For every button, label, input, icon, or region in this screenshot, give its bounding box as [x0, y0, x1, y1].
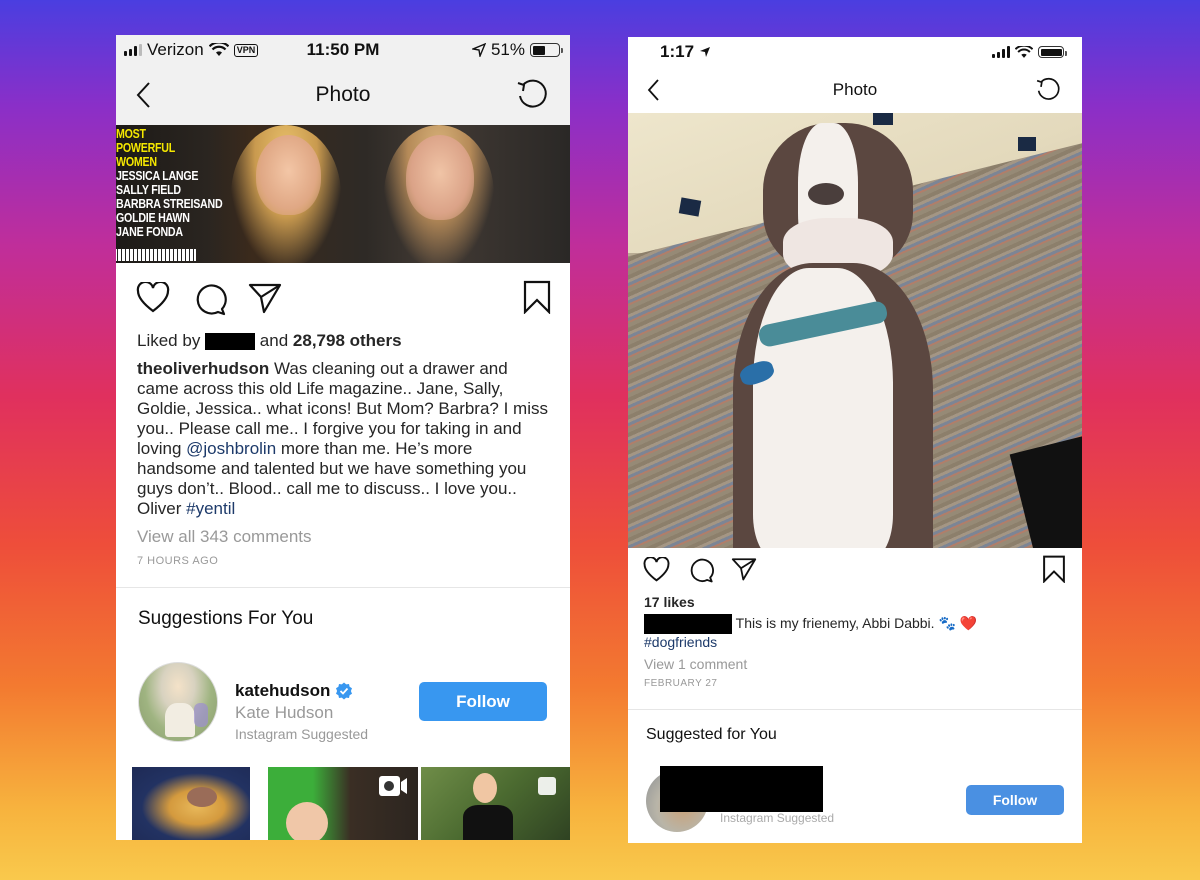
caption-text: theoliverhudson Was cleaning out a drawe…: [137, 359, 550, 519]
section-divider: [628, 709, 1082, 710]
view-all-comments-link[interactable]: View all 343 comments: [137, 527, 550, 547]
liked-by-label: Liked by: [137, 331, 201, 350]
suggested-full-name: Kate Hudson: [235, 703, 334, 722]
photo-skin-left: [256, 135, 321, 215]
post-caption: 17 likes This is my frienemy, Abbi Dabbi…: [644, 594, 1062, 689]
dog-nose: [808, 183, 844, 205]
redacted-username: [644, 614, 732, 635]
caption-text: This is my frienemy, Abbi Dabbi. 🐾 ❤️: [644, 614, 1062, 635]
status-bar: 1:17: [628, 37, 1082, 67]
avatar-flowers: [194, 703, 208, 727]
wifi-icon: [208, 43, 229, 56]
multi-photo-icon: [538, 777, 556, 795]
video-camera-icon: [379, 776, 407, 796]
status-time: 1:17: [660, 42, 695, 61]
thumb-dress: [463, 805, 513, 840]
post-actions: [116, 280, 570, 316]
mention-link[interactable]: @joshbrolin: [186, 439, 276, 458]
suggested-thumbnail-portrait[interactable]: [421, 767, 570, 840]
send-icon[interactable]: [248, 282, 282, 314]
follow-button[interactable]: Follow: [966, 785, 1064, 815]
comment-icon[interactable]: [193, 282, 227, 316]
likes-line: Liked by and 28,798 others: [137, 331, 550, 351]
verified-badge-icon: [336, 682, 353, 700]
wifi-icon: [1015, 45, 1033, 58]
refresh-icon[interactable]: [1034, 76, 1062, 104]
mag-line: GOLDIE HAWN: [116, 210, 190, 225]
battery-percent: 51%: [490, 40, 525, 59]
mag-line: SALLY FIELD: [116, 182, 181, 197]
refresh-icon[interactable]: [514, 77, 550, 113]
magazine-cover-text: MOST POWERFUL WOMEN JESSICA LANGE SALLY …: [116, 126, 223, 239]
redacted-username: [205, 333, 256, 351]
cellular-signal-icon: [992, 46, 1010, 58]
suggested-username-row: katehudson: [235, 681, 353, 701]
caption-body: This is my frienemy, Abbi Dabbi.: [735, 615, 935, 631]
barcode: [116, 249, 196, 261]
left-phone-screenshot: Verizon VPN 11:50 PM 51% Photo MOST POWE…: [116, 35, 570, 840]
suggested-user-avatar[interactable]: [138, 662, 218, 742]
thumb-detail: [187, 787, 217, 807]
location-arrow-icon: [471, 43, 486, 57]
status-bar: Verizon VPN 11:50 PM 51%: [116, 35, 570, 65]
back-chevron-icon[interactable]: [134, 80, 154, 110]
post-timestamp: 7 HOURS AGO: [137, 555, 219, 567]
post-actions: [628, 555, 1082, 585]
suggested-thumbnail-food[interactable]: [132, 767, 250, 840]
vpn-badge: VPN: [233, 43, 259, 57]
location-arrow-icon: [700, 47, 711, 57]
mag-line: BARBRA STREISAND: [116, 196, 223, 211]
tile-dot: [678, 197, 702, 217]
post-caption: Liked by and 28,798 others theoliverhuds…: [137, 331, 550, 567]
back-chevron-icon[interactable]: [646, 78, 662, 102]
post-photo-dog[interactable]: [628, 113, 1082, 548]
post-photo-magazine[interactable]: MOST POWERFUL WOMEN JESSICA LANGE SALLY …: [116, 125, 570, 263]
tile-dot: [873, 113, 893, 125]
suggestions-title: Suggested for You: [646, 726, 777, 743]
page-title: Photo: [315, 83, 371, 106]
suggested-username[interactable]: katehudson: [235, 681, 330, 701]
caption-username[interactable]: theoliverhudson: [137, 359, 269, 378]
comment-icon[interactable]: [688, 557, 714, 583]
mag-line: POWERFUL: [116, 140, 176, 155]
mag-line: JANE FONDA: [116, 224, 183, 239]
follow-button[interactable]: Follow: [419, 682, 547, 721]
cellular-signal-icon: [124, 44, 142, 56]
likes-and-label: and: [259, 331, 289, 350]
caption-emoji: 🐾 ❤️: [938, 615, 978, 631]
mag-line: MOST: [116, 126, 146, 141]
heart-icon[interactable]: [643, 557, 670, 583]
thumb-face: [473, 773, 497, 803]
suggested-reason: Instagram Suggested: [720, 811, 835, 825]
suggested-thumbnail-video[interactable]: [268, 767, 418, 840]
post-timestamp: FEBRUARY 27: [644, 678, 718, 690]
send-icon[interactable]: [731, 557, 757, 581]
carrier-label: Verizon: [147, 40, 204, 59]
nav-bar: Photo: [116, 65, 570, 125]
suggested-reason: Instagram Suggested: [235, 726, 369, 742]
battery-icon: [530, 43, 563, 57]
likes-count[interactable]: 28,798 others: [293, 331, 402, 350]
nav-bar: Photo: [628, 67, 1082, 113]
suggestions-title: Suggestions For You: [138, 608, 314, 629]
redacted-suggested-user: [660, 766, 823, 812]
bookmark-icon[interactable]: [1042, 555, 1066, 583]
bookmark-icon[interactable]: [523, 280, 551, 314]
page-title: Photo: [832, 80, 878, 99]
likes-count[interactable]: 17 likes: [644, 594, 1062, 610]
heart-icon[interactable]: [136, 282, 170, 314]
section-divider: [116, 587, 570, 588]
hashtag-link[interactable]: #yentil: [186, 499, 235, 518]
view-comments-link[interactable]: View 1 comment: [644, 656, 1062, 672]
tile-dot: [1018, 137, 1036, 151]
battery-icon: [1038, 46, 1067, 58]
thumb-baby: [286, 802, 328, 840]
mag-line: JESSICA LANGE: [116, 168, 199, 183]
mag-line: WOMEN: [116, 154, 157, 169]
hashtag-link[interactable]: #dogfriends: [644, 634, 1062, 650]
avatar-figure: [165, 703, 195, 737]
right-phone-screenshot: 1:17 Photo 17 likes This is my frienemy,…: [628, 37, 1082, 843]
photo-skin-right: [406, 135, 474, 220]
